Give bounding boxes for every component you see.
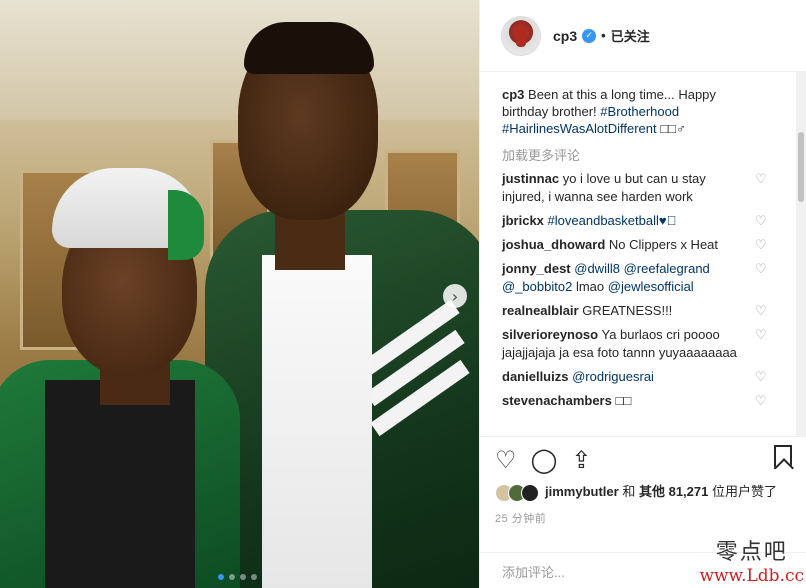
caption-emoji: □□♂ [660, 121, 686, 136]
caption-username[interactable]: cp3 [502, 87, 524, 102]
post-caption: cp3 Been at this a long time... Happy bi… [502, 86, 742, 137]
likes-suffix: 位用户赞了 [711, 484, 777, 499]
verified-badge-icon: ✓ [582, 28, 597, 43]
comment-username[interactable]: jbrickx [502, 213, 544, 228]
hashtag-link[interactable]: #Brotherhood [600, 104, 679, 119]
comment-item: justinnac yo i love u but can u stay inj… [502, 170, 784, 206]
watermark-title: 零点吧 [715, 540, 788, 565]
likes-others-prefix: 其他 [638, 484, 665, 499]
comment-hashtag[interactable]: #loveandbasketball♥ [548, 213, 677, 228]
site-watermark: 零点吧 www.Ldb.cc [699, 534, 804, 586]
comment-item: jbrickx #loveandbasketball♥🏽 ♡ [502, 212, 784, 230]
header-username[interactable]: cp3 [553, 28, 577, 44]
comment-mention[interactable]: @reefalegrand [624, 261, 710, 276]
post-timestamp[interactable]: 25 分钟前 [495, 510, 791, 526]
follow-button[interactable]: 已关注 [611, 26, 650, 45]
chevron-right-icon: › [451, 286, 459, 306]
comment-item: silverioreynoso Ya burlaos cri poooo jaj… [502, 326, 784, 362]
bookmark-icon[interactable] [774, 445, 792, 469]
comments-scrollbar[interactable] [796, 72, 806, 436]
carousel-dot [218, 574, 224, 580]
right-person-hair [244, 22, 374, 74]
likes-text: jimmybutler 和 其他 81,271 位用户赞了 [545, 483, 777, 500]
comment-bubble-icon[interactable]: ◯ [531, 448, 558, 472]
comment-mention[interactable]: @jewlesofficial [608, 279, 694, 294]
heart-icon[interactable]: ♡ [755, 327, 769, 343]
header-separator: • [601, 28, 606, 43]
comment-username[interactable]: silverioreynoso [502, 327, 598, 342]
liker-username[interactable]: jimmybutler [545, 484, 619, 499]
comment-item: stevenachambers □□ ♡ [502, 392, 784, 410]
comments-list[interactable]: cp3 Been at this a long time... Happy bi… [480, 72, 806, 436]
heart-icon[interactable]: ♡ [755, 261, 769, 277]
comment-text: □□ [615, 393, 632, 408]
comment-mention[interactable]: @rodriguesrai [572, 369, 654, 384]
comment-username[interactable]: joshua_dhoward [502, 237, 605, 252]
likes-and: 和 [622, 484, 636, 499]
likes-summary: jimmybutler 和 其他 81,271 位用户赞了 [495, 483, 791, 502]
right-person-shirt [262, 255, 372, 588]
carousel-indicator [218, 574, 257, 580]
heart-icon[interactable]: ♡ [495, 448, 517, 472]
likes-count: 81,271 [668, 484, 709, 499]
comment-username[interactable]: stevenachambers [502, 393, 612, 408]
heart-icon[interactable]: ♡ [755, 171, 769, 187]
comment-item: realnealblair GREATNESS!!! ♡ [502, 302, 784, 320]
watermark-url: www.Ldb.cc [699, 566, 804, 586]
comment-item: joshua_dhoward No Clippers x Heat ♡ [502, 236, 784, 254]
carousel-dot [229, 574, 235, 580]
carousel-dot [251, 574, 257, 580]
scrollbar-thumb[interactable] [798, 132, 804, 202]
comment-text: No Clippers x Heat [608, 237, 719, 252]
post-photo[interactable]: › [0, 0, 479, 588]
next-photo-button[interactable]: › [443, 284, 467, 308]
carousel-dot [240, 574, 246, 580]
heart-icon[interactable]: ♡ [755, 237, 769, 253]
heart-icon[interactable]: ♡ [755, 213, 769, 229]
heart-icon[interactable]: ♡ [755, 303, 769, 319]
instagram-post-dialog: › cp3 ✓ • 已关注 cp3 Been at this a long ti… [0, 0, 806, 588]
left-person-shirt [45, 380, 195, 588]
post-side-panel: cp3 ✓ • 已关注 cp3 Been at this a long time… [479, 0, 806, 588]
comment-text: GREATNESS!!! [582, 303, 673, 318]
hashtag-link[interactable]: #HairlinesWasAlotDifferent [502, 121, 657, 136]
comment-username[interactable]: justinnac [502, 171, 559, 186]
share-icon[interactable]: ⇪ [571, 448, 591, 472]
load-more-comments[interactable]: 加载更多评论 [502, 145, 784, 164]
comment-username[interactable]: jonny_dest [502, 261, 571, 276]
comment-item: danielluizs @rodriguesrai ♡ [502, 368, 784, 386]
heart-icon[interactable]: ♡ [755, 393, 769, 409]
comment-username[interactable]: realnealblair [502, 303, 579, 318]
action-icons: ♡ ◯ ⇪ [495, 447, 791, 473]
avatar [521, 484, 539, 502]
comment-text: lmao [575, 279, 605, 294]
avatar[interactable] [501, 15, 541, 56]
heart-icon[interactable]: ♡ [755, 369, 769, 385]
comment-username[interactable]: danielluizs [502, 369, 568, 384]
likes-others-link[interactable]: 其他 81,271 [639, 484, 708, 499]
post-header: cp3 ✓ • 已关注 [480, 0, 806, 72]
comment-item: jonny_dest @dwill8 @reefalegrand @_bobbi… [502, 260, 784, 296]
comment-mention[interactable]: @_bobbito2 [502, 279, 572, 294]
post-actions: ♡ ◯ ⇪ jimmybutler 和 其他 81,271 位用户赞了 25 分… [480, 436, 806, 526]
comment-mention[interactable]: @dwill8 [574, 261, 620, 276]
liker-avatars[interactable] [495, 484, 539, 502]
